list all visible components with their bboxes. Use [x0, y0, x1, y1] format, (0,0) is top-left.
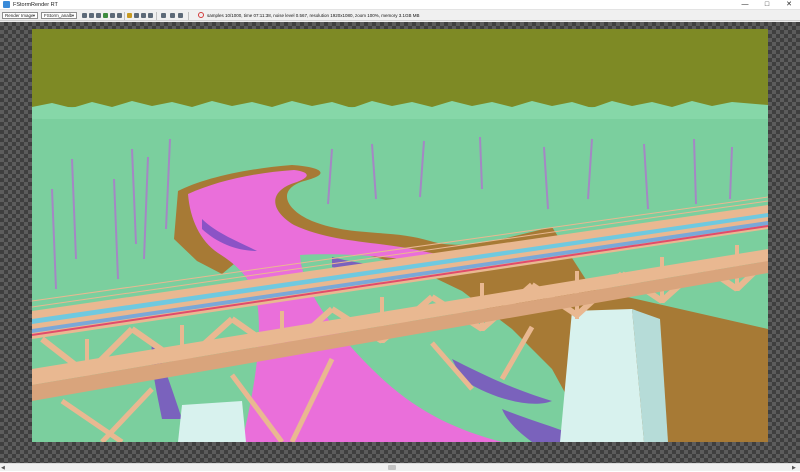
horizontal-scrollbar[interactable]: ◀ ▶ — [0, 463, 800, 471]
render-mode-value: Render Image — [5, 13, 34, 18]
close-button[interactable]: ✕ — [778, 0, 800, 10]
render-viewport[interactable] — [0, 22, 800, 463]
render-image — [32, 29, 768, 442]
copy-icon[interactable] — [89, 13, 94, 18]
toolbar-separator — [156, 12, 157, 20]
histogram-icon[interactable] — [170, 13, 175, 18]
layers-icon[interactable] — [161, 13, 166, 18]
save-icon[interactable] — [82, 13, 87, 18]
chevron-down-icon: ▼ — [32, 13, 36, 18]
sky-region — [32, 29, 768, 107]
fstorm-render-window: FStormRender RT — □ ✕ Render Image ▼ FSt… — [0, 0, 800, 471]
minimize-button[interactable]: — — [734, 0, 756, 10]
app-icon — [3, 1, 10, 8]
region-icon[interactable] — [117, 13, 122, 18]
bridge-pillar-right — [560, 309, 644, 442]
lock-icon[interactable] — [148, 13, 153, 18]
open-icon[interactable] — [96, 13, 101, 18]
camera-select[interactable]: FStorm_analb ▼ — [41, 12, 77, 19]
chevron-down-icon: ▼ — [71, 13, 75, 18]
render-image-canvas — [32, 29, 768, 442]
settings-icon[interactable] — [110, 13, 115, 18]
toolbar-separator — [188, 12, 189, 20]
render-status-icon — [198, 12, 204, 18]
fit-icon[interactable] — [134, 13, 139, 18]
camera-value: FStorm_analb — [44, 13, 73, 18]
zoom-icon[interactable] — [141, 13, 146, 18]
title-bar: FStormRender RT — □ ✕ — [0, 0, 800, 10]
pause-icon[interactable] — [127, 13, 132, 18]
scrollbar-thumb[interactable] — [388, 465, 396, 470]
window-title: FStormRender RT — [13, 2, 58, 8]
render-mode-select[interactable]: Render Image ▼ — [2, 12, 38, 19]
render-status-text: samples 10/1000, time 07:11:38, noise le… — [207, 13, 420, 18]
toolbar-separator — [124, 12, 125, 20]
bridge-pillar-left — [178, 401, 246, 442]
toolbar: Render Image ▼ FStorm_analb ▼ samples 10… — [0, 11, 800, 21]
info-icon[interactable] — [178, 13, 183, 18]
maximize-button[interactable]: □ — [756, 0, 778, 10]
refresh-icon[interactable] — [103, 13, 108, 18]
